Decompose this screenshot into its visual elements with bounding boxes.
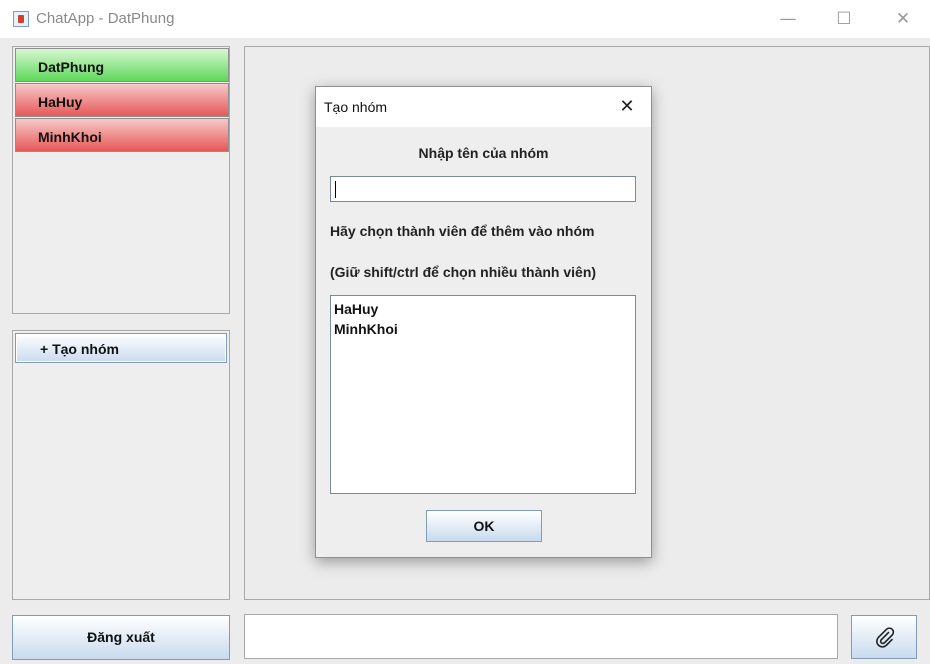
group-panel: + Tạo nhóm — [12, 330, 230, 600]
maximize-button[interactable]: ☐ — [829, 6, 859, 32]
create-group-dialog: Tạo nhóm ✕ Nhập tên của nhóm Hãy chọn th… — [315, 86, 652, 558]
user-item-minhkhoi[interactable]: MinhKhoi — [15, 118, 229, 152]
logout-button[interactable]: Đăng xuất — [12, 615, 230, 660]
paperclip-icon — [876, 627, 895, 648]
member-item-hahuy[interactable]: HaHuy — [331, 296, 635, 317]
java-app-icon — [13, 11, 29, 27]
create-group-button[interactable]: + Tạo nhóm — [15, 333, 227, 363]
attach-button[interactable] — [851, 615, 917, 659]
dialog-title: Tạo nhóm — [324, 99, 388, 115]
message-input[interactable] — [244, 614, 838, 659]
user-list: DatPhung HaHuy MinhKhoi — [12, 46, 230, 314]
choose-members-label: Hãy chọn thành viên để thêm vào nhóm — [330, 223, 595, 239]
dialog-title-bar: Tạo nhóm ✕ — [316, 87, 651, 127]
multi-select-hint: (Giữ shift/ctrl để chọn nhiều thành viên… — [330, 264, 597, 280]
close-window-button[interactable]: ✕ — [888, 6, 918, 32]
group-name-label: Nhập tên của nhóm — [418, 145, 549, 161]
dialog-close-button[interactable]: ✕ — [613, 93, 641, 121]
text-caret — [335, 181, 336, 198]
member-item-minhkhoi[interactable]: MinhKhoi — [331, 316, 635, 337]
user-item-hahuy[interactable]: HaHuy — [15, 83, 229, 117]
window-title: ChatApp - DatPhung — [36, 10, 175, 27]
window-title-bar: ChatApp - DatPhung — ☐ ✕ — [0, 0, 930, 38]
ok-button[interactable]: OK — [426, 510, 542, 542]
member-list[interactable]: HaHuy MinhKhoi — [330, 295, 636, 494]
user-item-datphung[interactable]: DatPhung — [15, 48, 229, 82]
group-name-input[interactable] — [330, 176, 636, 202]
minimize-button[interactable]: — — [773, 6, 803, 32]
